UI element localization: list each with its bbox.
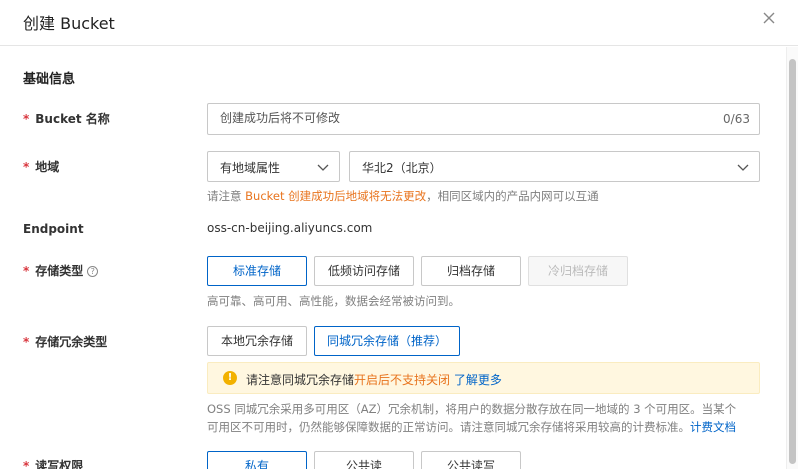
close-icon[interactable]	[762, 11, 776, 25]
endpoint-value: oss-cn-beijing.aliyuncs.com	[207, 221, 373, 235]
region-hint-suffix: ，相同区域内的产品内网可以互通	[426, 189, 599, 203]
required-mark: *	[23, 335, 30, 349]
required-mark: *	[23, 264, 30, 278]
storage-class-hint: 高可靠、高可用、高性能，数据会经常被访问到。	[207, 294, 460, 308]
storage-cold-archive-button: 冷归档存储	[528, 256, 628, 286]
region-hint: 请注意 Bucket 创建成功后地域将无法更改，相同区域内的产品内网可以互通	[207, 188, 599, 204]
storage-class-label: * 存储类型?	[23, 262, 99, 279]
acl-private-button[interactable]: 私有	[207, 451, 307, 469]
zrs-button[interactable]: 同城冗余存储（推荐）	[314, 326, 460, 356]
acl-label-text: 读写权限	[35, 459, 84, 469]
redundancy-desc-line2: 可用区不可用时，仍然能够保障数据的正常访问。请注意同城冗余存储将采用较高的计费标…	[207, 420, 690, 434]
required-mark: *	[23, 459, 30, 469]
storage-ia-button[interactable]: 低频访问存储	[314, 256, 414, 286]
scrollbar[interactable]	[786, 47, 798, 469]
endpoint-label: Endpoint	[23, 222, 84, 236]
redundancy-label-text: 存储冗余类型	[35, 335, 108, 349]
region-type-select[interactable]: 有地域属性	[207, 151, 340, 182]
chevron-down-icon	[737, 164, 749, 171]
chevron-down-icon	[317, 164, 329, 171]
notice-text: 请注意同城冗余存储开启后不支持关闭 了解更多	[246, 371, 502, 388]
dialog-title: 创建 Bucket	[23, 14, 115, 33]
lrs-button[interactable]: 本地冗余存储	[207, 326, 307, 356]
help-icon[interactable]: ?	[87, 266, 99, 277]
region-hint-warning: Bucket 创建成功后地域将无法更改	[245, 189, 427, 203]
region-label-text: 地域	[35, 160, 60, 174]
redundancy-notice: ! 请注意同城冗余存储开启后不支持关闭 了解更多	[207, 362, 760, 394]
region-value: 华北2（北京）	[362, 161, 442, 175]
region-type-value: 有地域属性	[220, 161, 281, 175]
bucket-name-label: * Bucket 名称	[23, 110, 110, 127]
region-label: * 地域	[23, 158, 59, 175]
redundancy-label: * 存储冗余类型	[23, 333, 107, 350]
required-mark: *	[23, 160, 30, 174]
storage-standard-button[interactable]: 标准存储	[207, 256, 307, 286]
bucket-name-input[interactable]	[220, 111, 700, 125]
scrollbar-thumb[interactable]	[789, 59, 796, 464]
notice-prefix: 请注意同城冗余存储	[246, 373, 355, 387]
acl-label: * 读写权限	[23, 457, 83, 469]
bucket-name-field[interactable]: 0/63	[207, 103, 760, 135]
notice-warning: 开启后不支持关闭	[354, 373, 451, 387]
region-hint-prefix: 请注意	[207, 189, 246, 203]
bucket-name-label-text: Bucket 名称	[35, 112, 110, 126]
storage-class-label-text: 存储类型	[35, 264, 84, 278]
redundancy-desc-line1: OSS 同城冗余采用多可用区（AZ）冗余机制，将用户的数据分散存放在同一地域的 …	[207, 402, 737, 416]
acl-public-read-write-button[interactable]: 公共读写	[421, 451, 521, 469]
dialog-header: 创建 Bucket	[0, 0, 798, 46]
redundancy-description: OSS 同城冗余采用多可用区（AZ）冗余机制，将用户的数据分散存放在同一地域的 …	[207, 400, 767, 436]
learn-more-link[interactable]: 了解更多	[454, 373, 502, 387]
char-counter: 0/63	[723, 112, 750, 126]
billing-doc-link[interactable]: 计费文档	[690, 420, 736, 434]
warning-icon: !	[223, 371, 237, 385]
storage-archive-button[interactable]: 归档存储	[421, 256, 521, 286]
region-select[interactable]: 华北2（北京）	[349, 151, 760, 182]
section-title: 基础信息	[23, 72, 76, 87]
required-mark: *	[23, 112, 30, 126]
acl-public-read-button[interactable]: 公共读	[314, 451, 414, 469]
